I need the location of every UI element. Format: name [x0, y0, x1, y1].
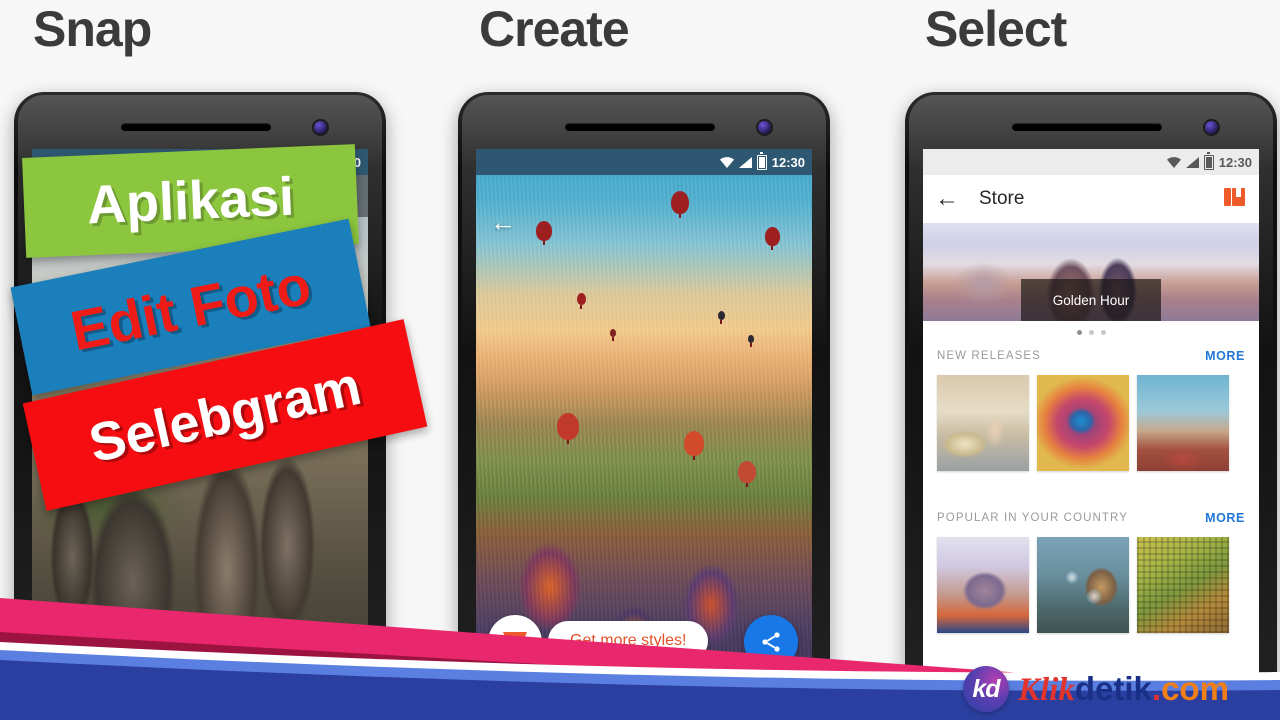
battery-icon [1203, 152, 1214, 170]
library-icon[interactable] [1223, 185, 1247, 214]
heading-select: Select [925, 1, 1067, 57]
logo-wordmark: Klik detik . com [1018, 672, 1229, 707]
carousel-dot[interactable] [1076, 329, 1082, 335]
section-header-new-releases: NEW RELEASES MORE [923, 345, 1259, 367]
get-more-styles-button[interactable]: Get more styles! [548, 621, 709, 661]
carousel-dot[interactable] [1100, 329, 1106, 335]
store-button[interactable] [488, 615, 542, 669]
wifi-icon [1166, 156, 1181, 168]
front-camera-icon [1205, 121, 1218, 134]
carousel-dots[interactable] [923, 325, 1259, 339]
page-title: Store [979, 188, 1025, 209]
phone2-screen: 12:30 ← Get more styles! [476, 149, 812, 720]
ribbon-aplikasi-label: Aplikasi [85, 166, 296, 236]
share-icon [762, 632, 780, 652]
style-card-rose[interactable] [1037, 375, 1129, 471]
earpiece-speaker [1012, 123, 1162, 131]
more-link-new-releases[interactable]: MORE [1205, 349, 1245, 363]
logo-dot: . [1151, 669, 1162, 707]
balloon-shape [764, 227, 780, 250]
check-icon [622, 692, 666, 720]
phone-device-create: 12:30 ← Get more styles! [458, 92, 830, 720]
shutter-button[interactable] [164, 631, 236, 703]
store-icon [503, 632, 527, 652]
earpiece-speaker [121, 123, 271, 131]
phone-device-select: 12:30 ← Store Golden Hour NEW RELEASES M… [905, 92, 1277, 720]
carousel-dot[interactable] [1088, 329, 1094, 335]
balloon-shape [576, 293, 586, 309]
section-header-popular: POPULAR IN YOUR COUNTRY MORE [923, 507, 1259, 529]
featured-style-caption: Golden Hour [1021, 279, 1161, 321]
signal-icon [738, 156, 752, 168]
more-link-popular[interactable]: MORE [1205, 511, 1245, 525]
wifi-icon [719, 156, 734, 168]
logo-mark-kd: kd [963, 666, 1009, 712]
back-arrow-icon[interactable]: ← [490, 209, 516, 235]
balloon-shape [717, 311, 725, 324]
balloon-shape [670, 191, 689, 218]
phone2-status-bar: 12:30 [476, 149, 812, 175]
section-title: NEW RELEASES [937, 350, 1041, 362]
share-button[interactable] [744, 615, 798, 669]
phone3-screen: 12:30 ← Store Golden Hour NEW RELEASES M… [923, 149, 1259, 720]
signal-icon [1185, 156, 1199, 168]
logo-word-com: com [1161, 669, 1229, 707]
phone2-clock: 12:30 [771, 154, 805, 170]
balloon-shape [738, 461, 757, 487]
front-camera-icon [758, 121, 771, 134]
battery-icon [756, 152, 767, 170]
heading-create: Create [479, 1, 630, 57]
balloon-shape [536, 221, 553, 245]
section-title: POPULAR IN YOUR COUNTRY [937, 512, 1129, 524]
earpiece-speaker [565, 123, 715, 131]
klikdetik-logo: kd Klik detik . com [963, 666, 1229, 712]
heading-snap: Snap [33, 1, 152, 57]
style-card-bubbles[interactable] [1037, 537, 1129, 633]
get-more-styles-label: Get more styles! [570, 632, 687, 649]
library-icon-glyph [1224, 187, 1245, 206]
style-card-mountains[interactable] [937, 537, 1029, 633]
style-card-row-new-releases[interactable] [937, 375, 1259, 471]
style-thumbnail-ukiyoe[interactable] [702, 673, 812, 720]
balloon-shape [684, 431, 705, 460]
style-card-car[interactable] [937, 375, 1029, 471]
balloon-shape [556, 413, 579, 444]
style-card-mosaic[interactable] [1137, 537, 1229, 633]
style-thumbnail-selected[interactable] [589, 673, 699, 720]
balloon-shape [748, 335, 755, 347]
phone3-clock: 12:30 [1218, 154, 1252, 170]
logo-word-detik: detik [1074, 669, 1152, 707]
style-card-row-popular[interactable] [937, 537, 1259, 633]
logo-word-klik: Klik [1018, 671, 1075, 708]
style-card-skate[interactable] [1137, 375, 1229, 471]
phone3-status-bar: 12:30 [923, 149, 1259, 175]
featured-style-banner[interactable]: Golden Hour [923, 223, 1259, 321]
poster-canvas: Snap Create Select 12:30 ⚡ [0, 0, 1280, 720]
style-thumbnail-wave[interactable] [476, 673, 586, 720]
back-arrow-icon[interactable]: ← [935, 187, 959, 211]
style-thumbnail-strip[interactable] [476, 673, 812, 720]
store-app-bar: ← Store [923, 175, 1259, 224]
front-camera-icon [314, 121, 327, 134]
